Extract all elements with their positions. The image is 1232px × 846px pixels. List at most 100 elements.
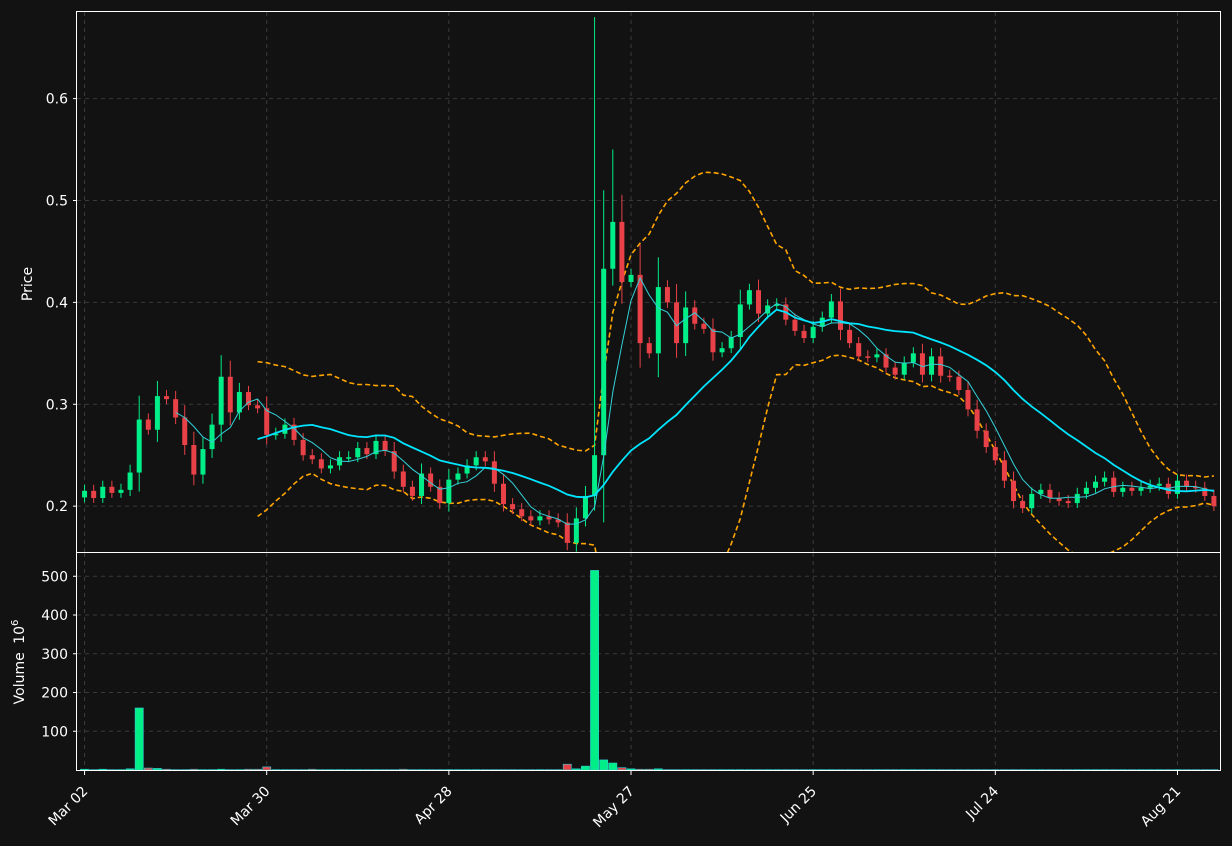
candle-body xyxy=(491,461,497,484)
candle-body xyxy=(173,399,179,418)
candle-body xyxy=(100,486,106,498)
candle-body xyxy=(610,221,616,269)
candle-body xyxy=(701,323,707,329)
volume-bar xyxy=(143,767,153,771)
candle-body xyxy=(573,518,579,543)
candle-body xyxy=(983,430,989,448)
candle-body xyxy=(164,396,170,400)
candle-body xyxy=(1156,483,1162,486)
candle-body xyxy=(510,504,516,510)
volume-tick-label: 100 xyxy=(41,724,68,740)
candle-body xyxy=(1138,487,1144,491)
price-tick-label: 0.3 xyxy=(46,397,68,413)
candle-body xyxy=(728,337,734,349)
candle-body xyxy=(400,471,406,487)
candle-body xyxy=(136,419,142,473)
candle-body xyxy=(355,448,361,458)
candle-body xyxy=(710,328,716,353)
volume-tick-label: 400 xyxy=(41,608,68,624)
volume-bar xyxy=(571,768,581,771)
candle-body xyxy=(592,455,598,496)
candle-body xyxy=(191,445,197,475)
candle-body xyxy=(637,274,643,344)
chart-figure: 0.2 0.3 0.4 0.5 0.6 100 200 300 400 500 Mar 02 Mar … xyxy=(0,0,1232,842)
candle-body xyxy=(919,353,925,375)
candle-body xyxy=(1092,481,1098,488)
candle-body xyxy=(601,268,607,456)
candle-body xyxy=(109,486,115,493)
candle-body xyxy=(1020,501,1026,509)
volume-bar xyxy=(653,768,663,771)
candle-body xyxy=(1111,477,1117,492)
candle-body xyxy=(856,343,862,357)
candle-body xyxy=(956,376,962,390)
candle-body xyxy=(382,440,388,452)
candle-body xyxy=(1074,493,1080,504)
candle-body xyxy=(364,448,370,455)
candle-body xyxy=(1083,487,1089,494)
candle-body xyxy=(82,490,88,498)
candle-body xyxy=(901,362,907,375)
price-tick-label: 0.6 xyxy=(46,92,68,108)
candle-body xyxy=(1047,489,1053,498)
candle-body xyxy=(664,287,670,303)
candle-body xyxy=(910,353,916,363)
candle-body xyxy=(974,409,980,431)
price-axis-label: Price xyxy=(20,267,36,301)
volume-bar xyxy=(608,762,618,771)
candle-body xyxy=(154,396,160,430)
candle-body xyxy=(1120,487,1126,492)
candle-body xyxy=(428,473,434,487)
volume-tick-label: 300 xyxy=(41,647,68,663)
candle-body xyxy=(847,329,853,344)
candle-body xyxy=(746,290,752,305)
candle-body xyxy=(719,348,725,353)
volume-bar xyxy=(134,707,144,771)
candle-body xyxy=(327,465,333,469)
volume-axis-label: Volume 106 xyxy=(10,620,28,705)
volume-axis-label-base: 10 xyxy=(12,626,28,644)
candle-body xyxy=(537,516,543,521)
volume-bar xyxy=(262,766,272,771)
volume-bar xyxy=(599,759,609,771)
candle-body xyxy=(992,447,998,461)
candle-body xyxy=(892,367,898,375)
candle-body xyxy=(929,356,935,375)
candle-body xyxy=(837,301,843,330)
candle-body xyxy=(1001,460,1007,481)
candle-body xyxy=(482,457,488,462)
candle-body xyxy=(209,424,215,450)
candle-body xyxy=(1029,493,1035,509)
candle-body xyxy=(628,274,634,282)
candle-body xyxy=(255,405,261,409)
price-tick-label: 0.5 xyxy=(46,193,68,209)
volume-tick-label: 500 xyxy=(41,569,68,585)
candle-body xyxy=(346,457,352,459)
candle-body xyxy=(300,439,306,456)
candle-body xyxy=(683,307,689,344)
candle-body xyxy=(409,486,415,496)
candle-body xyxy=(318,459,324,469)
candle-body xyxy=(1211,495,1217,507)
candle-body xyxy=(528,516,534,521)
volume-bar xyxy=(617,767,627,771)
candle-body xyxy=(582,495,588,519)
candle-body xyxy=(1011,480,1017,502)
candle-body xyxy=(655,287,661,354)
candle-body xyxy=(473,457,479,466)
volume-tick-label: 200 xyxy=(41,686,68,702)
candle-body xyxy=(91,490,97,498)
candle-body xyxy=(455,473,461,480)
candle-body xyxy=(646,343,652,354)
candle-body xyxy=(500,483,507,505)
candle-body xyxy=(810,326,816,339)
candle-body xyxy=(309,455,315,460)
candle-body xyxy=(619,221,625,282)
candle-body xyxy=(1102,477,1108,482)
candle-body xyxy=(1129,487,1135,491)
candle-body xyxy=(756,290,762,314)
candle-body xyxy=(564,522,570,543)
candle-body xyxy=(792,319,798,331)
candle-body xyxy=(446,479,452,504)
candle-body xyxy=(218,376,224,425)
